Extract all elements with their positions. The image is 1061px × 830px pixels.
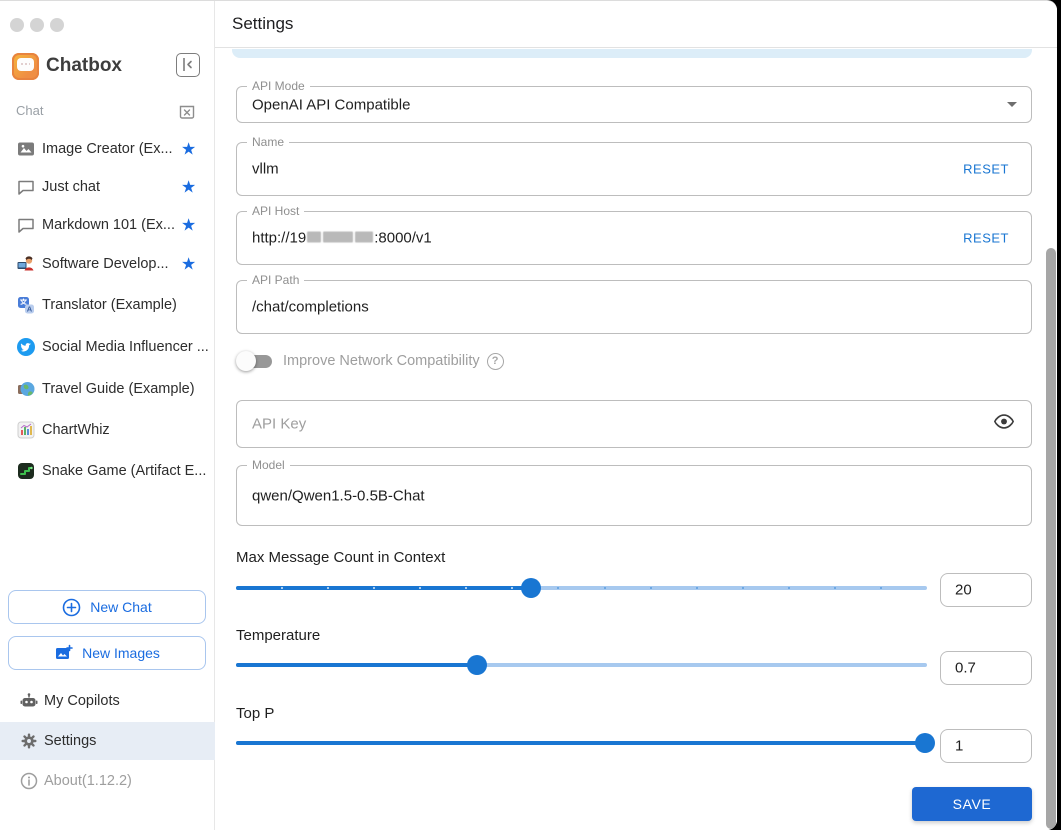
chat-item[interactable]: Snake Game (Artifact E...: [0, 456, 215, 486]
temperature-label: Temperature: [236, 627, 321, 644]
model-value: qwen/Qwen1.5-0.5B-Chat: [252, 487, 425, 504]
new-chat-button[interactable]: New Chat: [8, 590, 206, 624]
max-message-count-label: Max Message Count in Context: [236, 549, 446, 566]
api-mode-select[interactable]: API Mode OpenAI API Compatible: [236, 79, 1032, 123]
new-images-button[interactable]: New Images: [8, 636, 206, 670]
main-header: Settings: [215, 1, 1057, 48]
chevron-down-icon: [1007, 101, 1017, 112]
api-host-value: http://19:8000/v1: [252, 229, 432, 247]
translator-avatar-icon: A: [16, 295, 36, 315]
chat-item[interactable]: Image Creator (Ex... ★: [0, 134, 215, 164]
scrollbar[interactable]: [1046, 248, 1056, 829]
toggle-label: Improve Network Compatibility: [283, 353, 480, 369]
sidebar-item-settings[interactable]: Settings: [0, 722, 215, 760]
eye-icon[interactable]: [993, 411, 1015, 438]
chat-item[interactable]: Just chat ★: [0, 172, 215, 202]
redacted-text: [307, 231, 322, 243]
image-icon: [16, 139, 36, 159]
network-compatibility-row: Improve Network Compatibility ?: [236, 349, 504, 373]
chart-avatar-icon: [16, 420, 36, 440]
chat-item[interactable]: Software Develop... ★: [0, 249, 215, 279]
chat-item[interactable]: Social Media Influencer ...: [0, 332, 215, 362]
chat-item[interactable]: Travel Guide (Example): [0, 374, 215, 404]
sidebar: Chatbox Chat Image Creator (Ex... ★ Just…: [0, 1, 215, 830]
plus-circle-icon: [62, 598, 81, 616]
image-plus-icon: [56, 644, 73, 659]
api-key-placeholder: API Key: [252, 415, 307, 433]
svg-text:A: A: [27, 305, 33, 314]
chat-bubble-icon: [16, 215, 36, 235]
max-message-count-input[interactable]: 20: [940, 573, 1032, 607]
clear-chats-icon[interactable]: [178, 102, 196, 125]
redacted-text: [355, 231, 374, 243]
star-icon[interactable]: ★: [181, 256, 196, 273]
api-key-field[interactable]: API Key: [236, 400, 1032, 448]
window-zoom-button[interactable]: [50, 18, 64, 32]
app-window: Chatbox Chat Image Creator (Ex... ★ Just…: [0, 0, 1057, 830]
twitter-avatar-icon: [16, 337, 36, 357]
settings-panel: Settings API Mode OpenAI API Compatible …: [215, 1, 1057, 830]
max-message-count-slider[interactable]: [236, 578, 927, 598]
chat-item[interactable]: ChartWhiz: [0, 415, 215, 445]
robot-icon: [20, 692, 38, 710]
page-title: Settings: [232, 14, 294, 33]
api-path-field[interactable]: API Path /chat/completions: [236, 273, 1032, 334]
network-compatibility-toggle[interactable]: [236, 350, 274, 372]
temperature-slider[interactable]: [236, 655, 927, 675]
app-title: Chatbox: [46, 55, 122, 76]
top-p-input[interactable]: 1: [940, 729, 1032, 763]
save-button[interactable]: SAVE: [912, 787, 1032, 821]
info-icon: [20, 772, 38, 790]
slider-thumb[interactable]: [914, 733, 935, 753]
name-value: vllm: [252, 160, 279, 178]
globe-avatar-icon: [16, 379, 36, 399]
chat-item[interactable]: A Translator (Example): [0, 290, 215, 320]
window-minimize-button[interactable]: [30, 18, 44, 32]
snake-game-avatar-icon: [16, 461, 36, 481]
temperature-input[interactable]: 0.7: [940, 651, 1032, 685]
model-field[interactable]: Model qwen/Qwen1.5-0.5B-Chat: [236, 458, 1032, 526]
sidebar-item-my-copilots[interactable]: My Copilots: [0, 682, 215, 720]
chat-item[interactable]: Markdown 101 (Ex... ★: [0, 210, 215, 240]
reset-api-host-button[interactable]: RESET: [963, 231, 1009, 246]
star-icon[interactable]: ★: [181, 141, 196, 158]
star-icon[interactable]: ★: [181, 217, 196, 234]
window-close-button[interactable]: [10, 18, 24, 32]
top-p-slider[interactable]: [236, 733, 935, 753]
chat-section-label: Chat: [16, 103, 44, 118]
top-p-label: Top P: [236, 705, 275, 722]
api-host-field[interactable]: API Host http://19:8000/v1 RESET: [236, 204, 1032, 265]
slider-thumb[interactable]: [467, 655, 488, 675]
chat-bubble-icon: [16, 177, 36, 197]
star-icon[interactable]: ★: [181, 179, 196, 196]
gear-icon: [20, 732, 38, 750]
chatbox-logo-icon: [12, 53, 39, 80]
collapse-sidebar-icon[interactable]: [176, 53, 200, 77]
slider-thumb[interactable]: [521, 578, 542, 598]
redacted-text: [323, 231, 354, 243]
name-field[interactable]: Name vllm RESET: [236, 135, 1032, 196]
api-path-value: /chat/completions: [252, 298, 369, 316]
brand-row: Chatbox: [12, 53, 202, 81]
api-mode-value: OpenAI API Compatible: [252, 96, 411, 113]
help-icon[interactable]: ?: [486, 352, 504, 370]
sidebar-item-about[interactable]: About(1.12.2): [0, 762, 215, 800]
reset-name-button[interactable]: RESET: [963, 162, 1009, 177]
developer-avatar-icon: [16, 254, 36, 274]
scrolled-highlight-strip: [232, 49, 1032, 58]
